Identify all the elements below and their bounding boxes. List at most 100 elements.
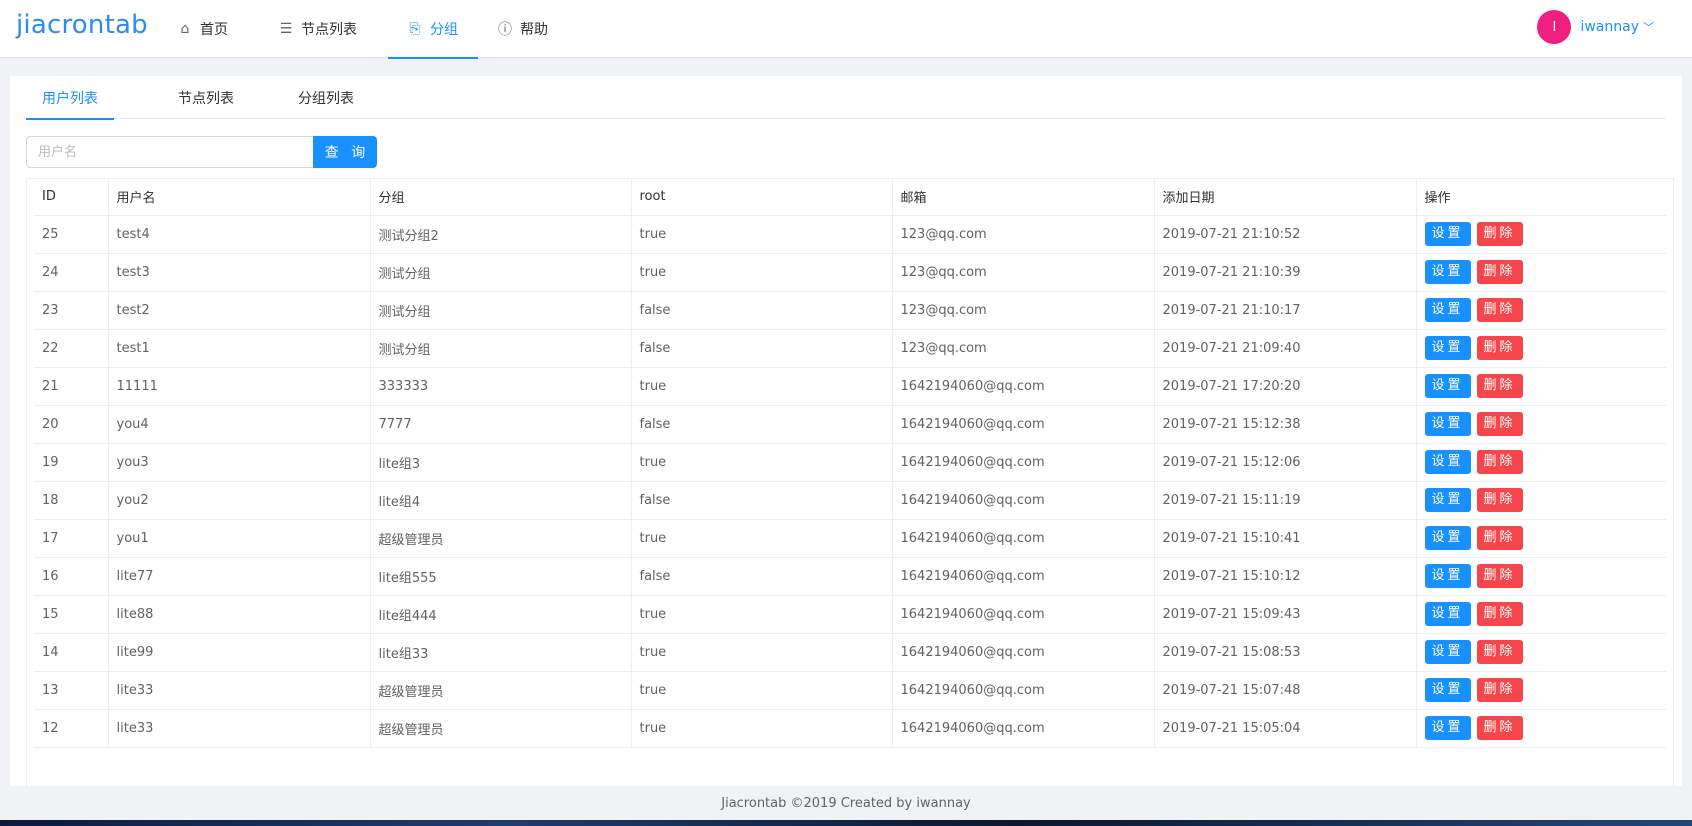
settings-button[interactable]: 设置: [1424, 450, 1471, 474]
table-row: 12 lite33 超级管理员 true 1642194060@qq.com 2019-0…: [34, 709, 1666, 748]
cell-actions: 设置 删除: [1416, 329, 1666, 368]
cell-group: 测试分组: [370, 329, 632, 368]
settings-button[interactable]: 设置: [1424, 336, 1471, 360]
delete-button[interactable]: 删除: [1476, 412, 1523, 436]
table-row: 16 lite77 lite组555 false 1642194060@qq.com 20…: [34, 557, 1666, 596]
list-icon: ☰: [279, 21, 293, 37]
cell-actions: 设置 删除: [1416, 595, 1666, 634]
cell-root: false: [631, 405, 893, 444]
info-icon: ⓘ: [498, 22, 512, 38]
delete-button[interactable]: 删除: [1476, 602, 1523, 626]
cell-email: 123@qq.com: [892, 329, 1155, 368]
cell-actions: 设置 删除: [1416, 557, 1666, 596]
settings-button[interactable]: 设置: [1424, 488, 1471, 512]
username-search-input[interactable]: [26, 136, 313, 168]
cell-username: lite88: [108, 595, 371, 634]
cell-id: 22: [34, 329, 109, 368]
cell-id: 23: [34, 291, 109, 330]
table-row: 14 lite99 lite组33 true 1642194060@qq.com 2019…: [34, 633, 1666, 672]
cell-username: lite33: [108, 709, 371, 748]
settings-button[interactable]: 设置: [1424, 640, 1471, 664]
cell-actions: 设置 删除: [1416, 405, 1666, 444]
settings-button[interactable]: 设置: [1424, 412, 1471, 436]
delete-button[interactable]: 删除: [1476, 716, 1523, 740]
query-button[interactable]: 查 询: [313, 136, 377, 168]
settings-button[interactable]: 设置: [1424, 260, 1471, 284]
cell-group: lite组33: [370, 633, 632, 672]
tab-bar: 用户列表 节点列表 分组列表: [26, 76, 1666, 120]
cell-root: true: [631, 367, 893, 406]
cell-group: 测试分组: [370, 253, 632, 292]
tab-user-list[interactable]: 用户列表: [26, 76, 114, 120]
document-icon: ⎘: [409, 21, 421, 37]
settings-button[interactable]: 设置: [1424, 678, 1471, 702]
table-body: 25 test4 测试分组2 true 123@qq.com 2019-07-21 21:…: [34, 215, 1666, 748]
table-row: 18 you2 lite组4 false 1642194060@qq.com 2019-0…: [34, 481, 1666, 520]
user-table: ID 用户名 分组 root 邮箱 添加日期 操作 25 test4 测试分组2 tr…: [34, 179, 1666, 748]
settings-button[interactable]: 设置: [1424, 526, 1471, 550]
nav-item-help[interactable]: ⓘ 帮助: [478, 0, 568, 58]
settings-button[interactable]: 设置: [1424, 564, 1471, 588]
cell-id: 16: [34, 557, 109, 596]
settings-button[interactable]: 设置: [1424, 374, 1471, 398]
user-menu[interactable]: I iwannay ﹀: [1537, 10, 1654, 44]
delete-button[interactable]: 删除: [1476, 678, 1523, 702]
delete-button[interactable]: 删除: [1476, 374, 1523, 398]
cell-root: true: [631, 215, 893, 254]
avatar: I: [1537, 10, 1572, 44]
column-header-created: 添加日期: [1154, 179, 1417, 216]
search-bar: 查 询: [26, 136, 377, 168]
cell-actions: 设置 删除: [1416, 671, 1666, 710]
nav-item-nodes[interactable]: ☰ 节点列表: [261, 0, 388, 58]
nav-item-home[interactable]: ⌂ 首页: [160, 0, 261, 58]
cell-created: 2019-07-21 21:10:39: [1154, 253, 1417, 292]
cell-group: lite组444: [370, 595, 632, 634]
cell-root: false: [631, 557, 893, 596]
cell-group: 测试分组: [370, 291, 632, 330]
delete-button[interactable]: 删除: [1476, 450, 1523, 474]
cell-id: 14: [34, 633, 109, 672]
cell-username: 11111: [108, 367, 371, 406]
settings-button[interactable]: 设置: [1424, 298, 1471, 322]
delete-button[interactable]: 删除: [1476, 298, 1523, 322]
cell-actions: 设置 删除: [1416, 253, 1666, 292]
content-card: 用户列表 节点列表 分组列表 查 询 ID 用户名 分组 root 邮箱 添加日…: [10, 76, 1682, 786]
cell-root: true: [631, 443, 893, 482]
cell-root: true: [631, 519, 893, 558]
cell-created: 2019-07-21 15:09:43: [1154, 595, 1417, 634]
tab-group-list[interactable]: 分组列表: [266, 76, 386, 119]
nav-item-label: 首页: [200, 22, 228, 38]
cell-username: you3: [108, 443, 371, 482]
table-row: 15 lite88 lite组444 true 1642194060@qq.com 201…: [34, 595, 1666, 634]
cell-id: 25: [34, 215, 109, 254]
cell-group: 7777: [370, 405, 632, 444]
cell-username: test3: [108, 253, 371, 292]
delete-button[interactable]: 删除: [1476, 564, 1523, 588]
cell-email: 1642194060@qq.com: [892, 557, 1155, 596]
table-row: 19 you3 lite组3 true 1642194060@qq.com 2019-07…: [34, 443, 1666, 482]
delete-button[interactable]: 删除: [1476, 640, 1523, 664]
settings-button[interactable]: 设置: [1424, 716, 1471, 740]
cell-email: 1642194060@qq.com: [892, 671, 1155, 710]
settings-button[interactable]: 设置: [1424, 602, 1471, 626]
cell-email: 1642194060@qq.com: [892, 633, 1155, 672]
app-logo[interactable]: jiacrontab: [16, 10, 148, 40]
cell-email: 1642194060@qq.com: [892, 481, 1155, 520]
nav-item-group[interactable]: ⎘ 分组: [388, 0, 478, 59]
cell-created: 2019-07-21 15:12:38: [1154, 405, 1417, 444]
delete-button[interactable]: 删除: [1476, 222, 1523, 246]
cell-group: lite组4: [370, 481, 632, 520]
cell-username: test1: [108, 329, 371, 368]
table-row: 24 test3 测试分组 true 123@qq.com 2019-07-21 21:1…: [34, 253, 1666, 292]
delete-button[interactable]: 删除: [1476, 336, 1523, 360]
cell-created: 2019-07-21 15:10:12: [1154, 557, 1417, 596]
delete-button[interactable]: 删除: [1476, 488, 1523, 512]
tab-node-list[interactable]: 节点列表: [146, 76, 266, 119]
settings-button[interactable]: 设置: [1424, 222, 1471, 246]
delete-button[interactable]: 删除: [1476, 526, 1523, 550]
cell-username: lite33: [108, 671, 371, 710]
delete-button[interactable]: 删除: [1476, 260, 1523, 284]
cell-username: you1: [108, 519, 371, 558]
cell-username: lite77: [108, 557, 371, 596]
table-row: 21 11111 333333 true 1642194060@qq.com 2019-0…: [34, 367, 1666, 406]
